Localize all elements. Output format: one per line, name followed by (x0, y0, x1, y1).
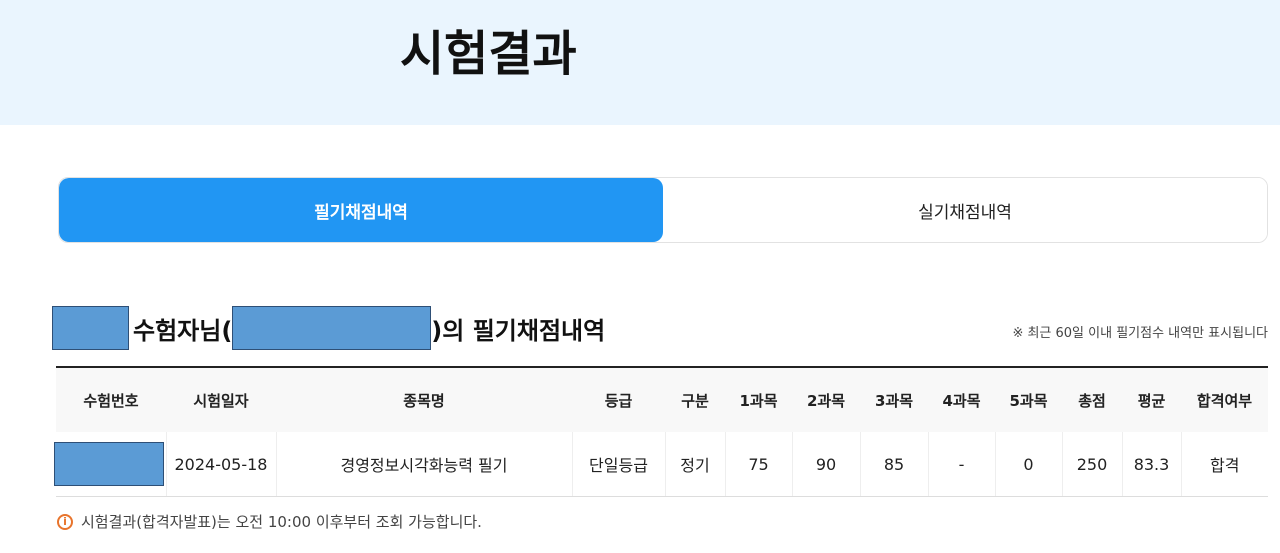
col-grade: 등급 (604, 391, 633, 410)
col-average: 평균 (1137, 391, 1166, 410)
heading-text-end: )의 필기채점내역 (431, 316, 606, 345)
cell-average: 83.3 (1122, 432, 1182, 497)
cell-subject-5: 0 (995, 432, 1063, 497)
cell-subject-4: - (928, 432, 996, 497)
cell-total: 250 (1062, 432, 1123, 497)
retention-notice: ※ 최근 60일 이내 필기점수 내역만 표시됩니다 (1012, 326, 1268, 341)
redacted-id-block (232, 306, 432, 350)
info-icon: i (57, 513, 73, 530)
table-row: 2024-05-18 경영정보시각화능력 필기 단일등급 정기 75 90 85… (53, 432, 1268, 497)
col-exam-number: 수험번호 (83, 391, 139, 410)
cell-pass-status: 합격 (1181, 432, 1268, 497)
cell-subject-3: 85 (860, 432, 929, 497)
heading-text-mid: 수험자님( (133, 316, 233, 345)
section-heading: 수험자님( )의 필기채점내역 (52, 306, 605, 350)
redacted-exam-number (53, 442, 164, 486)
tab-written-results[interactable]: 필기채점내역 (59, 178, 663, 242)
page-title: 시험결과 (400, 26, 577, 82)
redacted-name-block (52, 306, 129, 350)
cell-subject-1: 75 (725, 432, 793, 497)
col-subject-4: 4과목 (942, 391, 981, 410)
table-header-row: 수험번호 시험일자 종목명 등급 구분 1과목 2과목 3과목 4과목 5과목 … (56, 367, 1268, 432)
result-tabs: 필기채점내역 실기채점내역 (58, 177, 1268, 243)
col-subject-2: 2과목 (806, 391, 846, 410)
col-subject-1: 1과목 (739, 391, 778, 410)
col-total: 총점 (1078, 391, 1106, 410)
cell-exam-number (53, 432, 167, 497)
footnote-text: 시험결과(합격자발표)는 오전 10:00 이후부터 조회 가능합니다. (81, 513, 482, 531)
page-hero: 시험결과 (0, 0, 1280, 125)
col-subject: 종목명 (403, 391, 445, 410)
tab-practical-results[interactable]: 실기채점내역 (663, 178, 1267, 242)
cell-grade: 단일등급 (572, 432, 666, 497)
cell-subject: 경영정보시각화능력 필기 (276, 432, 573, 497)
col-exam-date: 시험일자 (193, 391, 249, 410)
col-subject-5: 5과목 (1009, 391, 1048, 410)
col-pass-status: 합격여부 (1196, 391, 1253, 410)
cell-subject-2: 90 (792, 432, 861, 497)
col-subject-3: 3과목 (874, 391, 914, 410)
col-type: 구분 (681, 391, 709, 410)
cell-exam-date: 2024-05-18 (166, 432, 277, 497)
cell-type: 정기 (665, 432, 726, 497)
results-table: 수험번호 시험일자 종목명 등급 구분 1과목 2과목 3과목 4과목 5과목 … (53, 366, 1268, 497)
result-footnote: i 시험결과(합격자발표)는 오전 10:00 이후부터 조회 가능합니다. (57, 511, 482, 532)
